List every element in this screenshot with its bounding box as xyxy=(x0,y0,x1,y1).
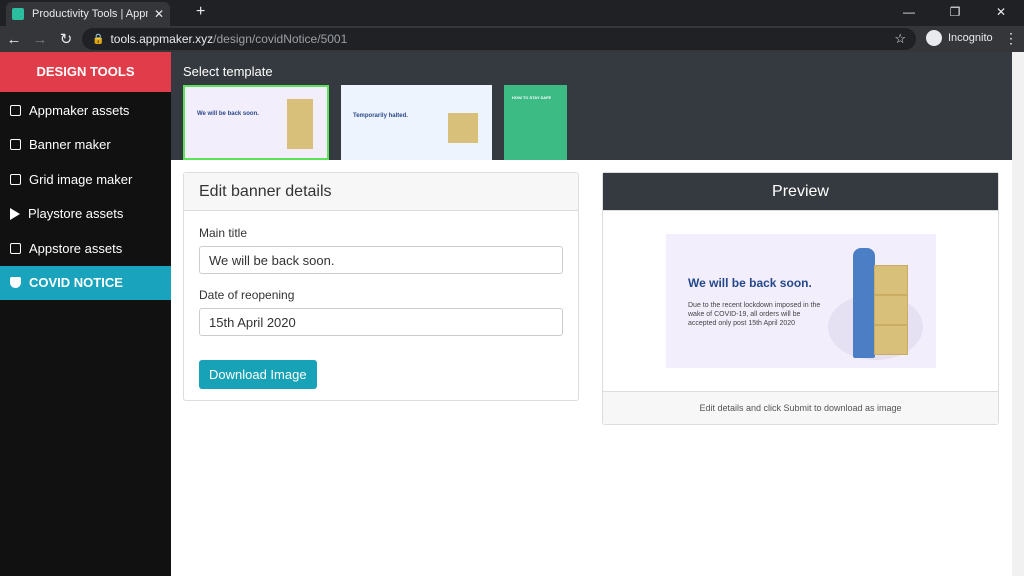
browser-tab[interactable]: Productivity Tools | Appmaker.xyz ✕ xyxy=(6,2,170,26)
sidebar-item-label: Banner maker xyxy=(29,137,111,153)
preview-footer: Edit details and click Submit to downloa… xyxy=(603,391,998,424)
image-icon xyxy=(10,139,21,151)
images-icon xyxy=(10,173,21,185)
delivery-man-illustration xyxy=(853,248,875,358)
sidebar-item-label: COVID NOTICE xyxy=(29,275,123,291)
play-icon xyxy=(10,207,20,220)
incognito-indicator[interactable]: Incognito xyxy=(926,30,993,46)
main-title-label: Main title xyxy=(199,226,248,240)
close-tab-icon[interactable]: ✕ xyxy=(154,7,164,21)
box-illustration xyxy=(874,265,908,295)
url-path: /design/covidNotice/5001 xyxy=(213,32,348,46)
main-content: Select template We will be back soon. Te… xyxy=(171,52,1012,576)
preview-heading: Preview xyxy=(603,173,998,211)
sidebar-item-banner-maker[interactable]: Banner maker xyxy=(0,128,171,163)
banner-preview: We will be back soon. Due to the recent … xyxy=(666,234,936,368)
sidebar-item-appmaker-assets[interactable]: Appmaker assets xyxy=(0,93,171,128)
box-illustration xyxy=(874,325,908,355)
template-thumbnail[interactable]: HOW TO STAY SAFE xyxy=(504,85,567,160)
trolley-illustration xyxy=(448,113,478,143)
edit-banner-card: Edit banner details Main title We will b… xyxy=(183,172,579,401)
address-bar[interactable]: 🔒 tools.appmaker.xyz/design/covidNotice/… xyxy=(82,28,916,50)
minimize-icon[interactable]: — xyxy=(886,0,932,24)
download-image-button[interactable]: Download Image xyxy=(199,360,317,389)
appstore-icon xyxy=(10,242,21,254)
sidebar-item-label: Appstore assets xyxy=(29,240,123,256)
template-title: We will be back soon. xyxy=(197,111,259,117)
sidebar-item-label: Grid image maker xyxy=(29,171,133,187)
banner-title: We will be back soon. xyxy=(688,276,812,290)
template-heading: Select template xyxy=(183,64,273,79)
incognito-icon xyxy=(926,30,942,46)
template-thumbnail[interactable]: We will be back soon. xyxy=(183,85,329,160)
browser-tab-bar: Productivity Tools | Appmaker.xyz ✕ + —❐… xyxy=(0,0,1024,26)
banner-body: Due to the recent lockdown imposed in th… xyxy=(688,302,821,327)
sidebar-item-label: Playstore assets xyxy=(28,206,124,222)
sidebar-item-grid-image-maker[interactable]: Grid image maker xyxy=(0,162,171,197)
tab-title: Productivity Tools | Appmaker.xyz xyxy=(32,8,148,20)
template-thumbnail[interactable]: Temporarily halted. xyxy=(341,85,492,160)
scrollbar[interactable] xyxy=(1012,52,1024,576)
main-title-input[interactable]: We will be back soon. xyxy=(199,246,563,274)
bookmark-star-icon[interactable]: ☆ xyxy=(894,31,906,47)
sidebar-title: DESIGN TOOLS xyxy=(0,52,171,92)
template-selector: Select template We will be back soon. Te… xyxy=(171,52,1012,160)
lock-icon: 🔒 xyxy=(92,33,105,45)
sidebar-item-label: Appmaker assets xyxy=(29,102,130,118)
restore-icon[interactable]: ❐ xyxy=(932,0,978,24)
box-illustration xyxy=(874,295,908,325)
menu-icon[interactable]: ⋮ xyxy=(1004,30,1018,47)
sidebar: DESIGN TOOLS Appmaker assets Banner make… xyxy=(0,52,171,576)
shield-icon xyxy=(10,277,21,289)
sidebar-item-covid-notice[interactable]: COVID NOTICE xyxy=(0,265,171,300)
forward-icon[interactable]: → xyxy=(28,31,52,48)
date-input[interactable]: 15th April 2020 xyxy=(199,308,563,336)
url-host: tools.appmaker.xyz xyxy=(110,32,214,46)
date-label: Date of reopening xyxy=(199,288,295,302)
back-icon[interactable]: ← xyxy=(2,31,26,48)
preview-card: Preview We will be back soon. Due to the… xyxy=(602,172,999,425)
sidebar-item-appstore-assets[interactable]: Appstore assets xyxy=(0,231,171,266)
new-tab-icon[interactable]: + xyxy=(196,3,205,21)
template-title: HOW TO STAY SAFE xyxy=(512,95,552,100)
browser-toolbar: ← → ↻ 🔒 tools.appmaker.xyz/design/covidN… xyxy=(0,26,1024,52)
reload-icon[interactable]: ↻ xyxy=(54,30,78,48)
edit-card-heading: Edit banner details xyxy=(184,173,578,211)
sidebar-item-playstore-assets[interactable]: Playstore assets xyxy=(0,197,171,232)
boxes-illustration xyxy=(287,99,313,149)
favicon-icon xyxy=(12,8,24,20)
incognito-label: Incognito xyxy=(948,32,993,44)
close-window-icon[interactable]: ✕ xyxy=(978,0,1024,24)
phone-icon xyxy=(10,104,21,116)
template-title: Temporarily halted. xyxy=(353,113,408,119)
